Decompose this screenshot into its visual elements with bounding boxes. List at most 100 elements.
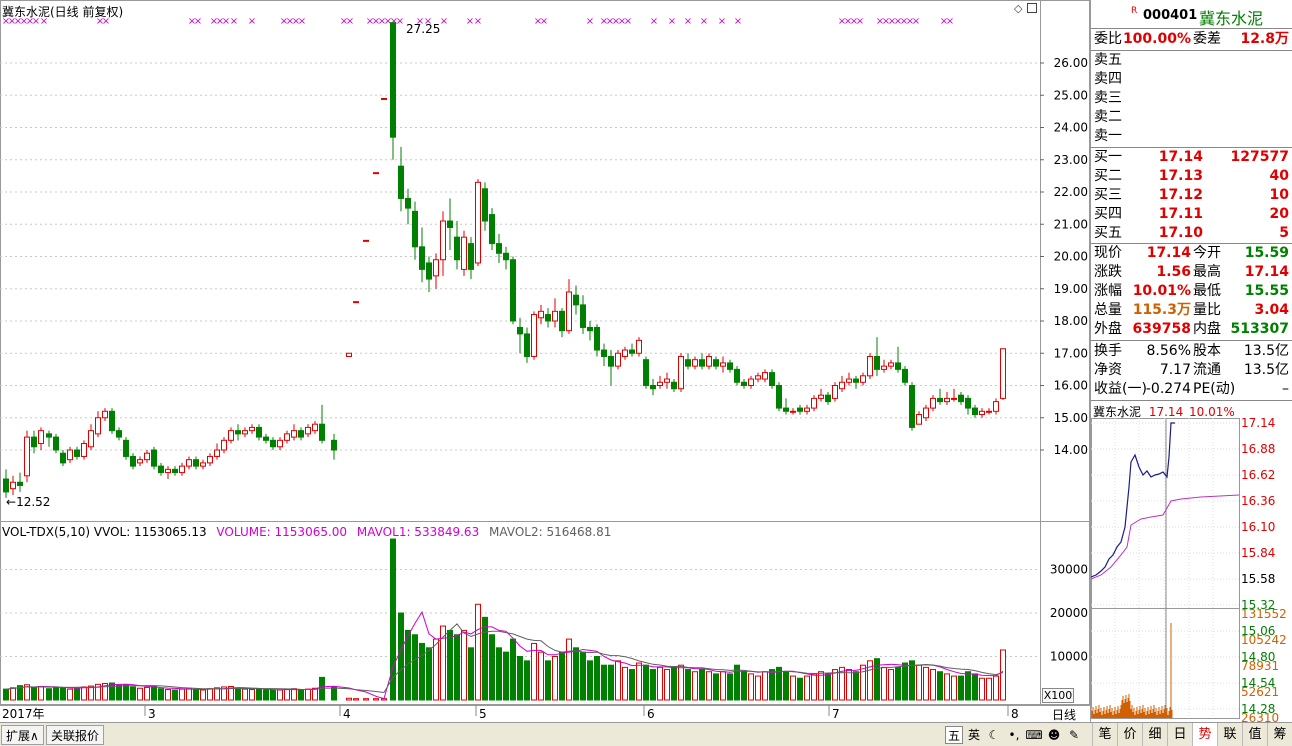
expand-diamond-icon[interactable]: ◇ [1014, 2, 1022, 15]
fundamental-row: 净资 7.17 流通 13.5亿 [1091, 361, 1292, 380]
volume-bar [433, 638, 439, 701]
stock-code: 000401 [1143, 8, 1198, 23]
volume-bar [853, 671, 859, 701]
candle-body [734, 368, 740, 383]
fundamental-value: 13.5亿 [1243, 343, 1289, 359]
candle-body [95, 417, 101, 435]
price-tick-label: 24.00 [1054, 121, 1088, 135]
right-tab[interactable]: 价 [1117, 723, 1142, 746]
stat-label: 现价 [1094, 245, 1122, 261]
volume-bar [720, 671, 726, 701]
volume-bar [284, 688, 290, 701]
candle-body [503, 252, 509, 261]
intraday-mini-chart[interactable]: 17.1416.8816.6216.3616.1015.8415.5815.32… [1091, 418, 1292, 722]
candle-body [346, 352, 352, 357]
candle-body [228, 430, 234, 441]
volume-bar [566, 638, 572, 701]
candle-body [179, 465, 185, 474]
price-tick-label: 22.00 [1054, 185, 1088, 199]
volume-bar [685, 669, 691, 701]
candle-body [601, 349, 607, 357]
candle-body [172, 468, 178, 474]
price-tick-label: 26.00 [1054, 56, 1088, 70]
volume-bar [531, 642, 537, 701]
kline-chart-area[interactable]: × × × × × × × × × × × × × × × × × × × × × × × × × × × × × × × × × × × × × × × ×… [0, 0, 1090, 722]
volume-bar [524, 660, 530, 701]
volume-bar [130, 686, 136, 701]
candle-body [235, 430, 241, 435]
volume-bar [242, 688, 248, 701]
event-marker-icon: × [856, 16, 864, 27]
candle-body [881, 365, 887, 370]
ime-lang-icon[interactable]: 英 [965, 726, 983, 744]
volume-bar [291, 688, 297, 701]
expand-button[interactable]: 扩展∧ [1, 725, 44, 745]
right-tab[interactable]: 势 [1192, 723, 1217, 746]
stat-value: 3.04 [1254, 302, 1289, 318]
price-tick-label: 25.00 [1054, 88, 1088, 102]
mini-price-tick: 16.36 [1241, 494, 1275, 508]
candle-body [860, 375, 866, 383]
volume-bar [412, 634, 418, 701]
price-tick-label: 17.00 [1054, 346, 1088, 360]
volume-bar [249, 689, 255, 701]
volume-bar [137, 687, 143, 701]
vvol-value: VVOL: 1153065.13 [93, 525, 207, 539]
right-tab[interactable]: 筹 [1267, 723, 1292, 746]
volume-bar [447, 629, 453, 701]
person-icon[interactable]: ☻ [1045, 726, 1063, 744]
volume-bar [958, 675, 964, 701]
volume-bar [951, 675, 957, 701]
volume-bar [594, 656, 600, 701]
volume-bar [923, 666, 929, 701]
volume-bar [88, 685, 94, 701]
event-marker-icon: × [346, 16, 354, 27]
fundamental-label: 净资 [1094, 362, 1122, 378]
mini-price-tick: 17.14 [1241, 418, 1275, 430]
candle-body [277, 439, 283, 448]
right-tab[interactable]: 细 [1142, 723, 1167, 746]
volume-bar [811, 673, 817, 701]
candle-body [706, 355, 712, 367]
right-tab[interactable]: 笔 [1092, 723, 1117, 746]
volume-bar [601, 664, 607, 701]
volume-bar [909, 660, 915, 701]
stat-label: 内盘 [1193, 321, 1221, 337]
wrench-icon[interactable]: ✎ [1065, 726, 1083, 744]
divider [1091, 400, 1292, 401]
price-tick-label: 20.00 [1054, 250, 1088, 264]
volume-bar [116, 684, 122, 701]
keyboard-icon[interactable]: ⌨ [1025, 726, 1043, 744]
candle-body [951, 397, 957, 400]
stat-row: 总量 115.3万 量比 3.04 [1091, 301, 1292, 320]
volume-bar [109, 682, 115, 701]
volume-bar [762, 671, 768, 701]
candle-body [3, 478, 9, 493]
stock-flag: R [1131, 6, 1138, 16]
candle-body [608, 355, 614, 367]
mini-price-tick: 15.58 [1241, 572, 1275, 586]
candle-body [692, 359, 698, 367]
buy-level-label: 买三 [1094, 187, 1122, 203]
right-tab[interactable]: 联 [1217, 723, 1242, 746]
date-label: 8 [1011, 707, 1019, 721]
maximize-icon[interactable] [1027, 3, 1037, 13]
buy-level-price: 17.10 [1158, 225, 1203, 241]
volume-tick-label: 20000 [1050, 606, 1088, 620]
volume-bar [60, 687, 66, 701]
dot-icon[interactable]: •, [1005, 726, 1023, 744]
moon-icon[interactable]: ☾ [985, 726, 1003, 744]
candle-body [902, 368, 908, 383]
candle-body [790, 410, 796, 413]
volume-bar [832, 669, 838, 701]
kline-svg[interactable]: ×××××× × ×× ×× ××× × × ×××× ×× ×××××× × × × × × ×× × ××××… [0, 0, 1090, 722]
right-tab[interactable]: 日 [1167, 723, 1192, 746]
ime-mode-icon[interactable]: 五 [945, 726, 963, 744]
period-label[interactable]: 日线 [1052, 706, 1076, 723]
weicha-value: 12.8万 [1240, 31, 1289, 47]
related-quotes-button[interactable]: 关联报价 [46, 725, 105, 745]
right-tab[interactable]: 值 [1242, 723, 1267, 746]
event-marker-icon: × [540, 16, 548, 27]
candle-body [270, 439, 276, 448]
volume-bar [186, 687, 192, 701]
